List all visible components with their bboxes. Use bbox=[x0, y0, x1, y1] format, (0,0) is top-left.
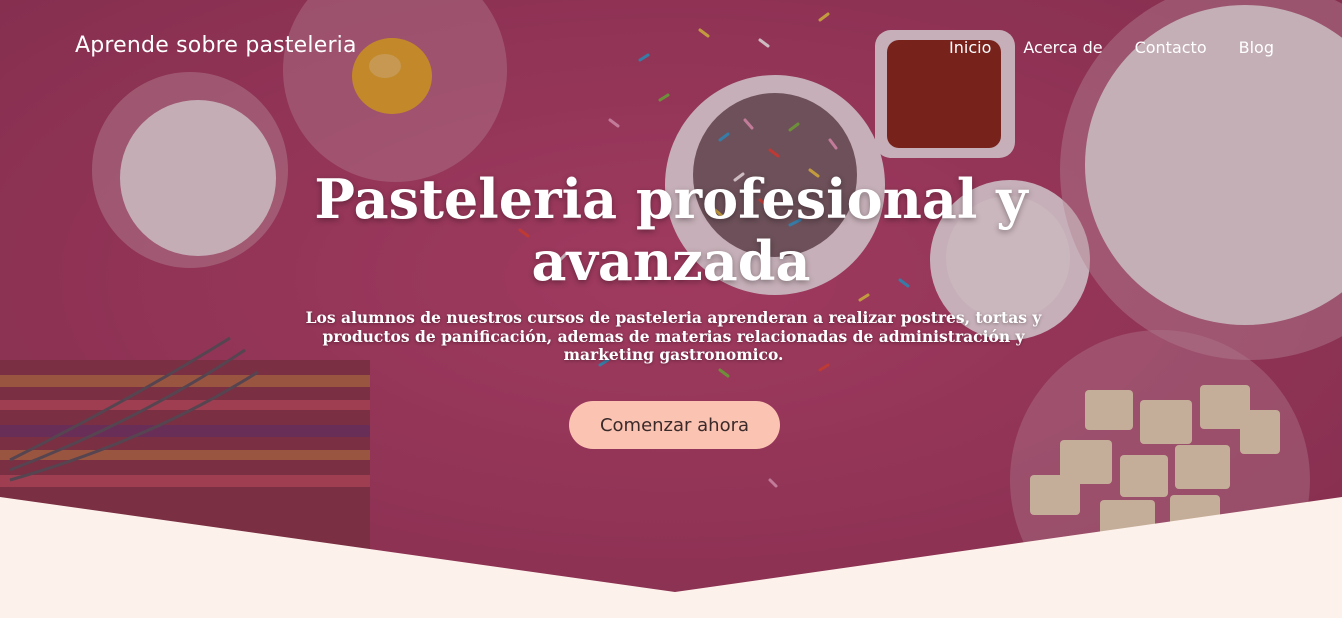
hero-title-line-2: avanzada bbox=[531, 229, 811, 293]
hero-title-line-1: Pasteleria profesional y bbox=[314, 167, 1028, 231]
comenzar-ahora-button[interactable]: Comenzar ahora bbox=[569, 401, 780, 449]
nav-link-acerca-de[interactable]: Acerca de bbox=[1023, 38, 1102, 57]
nav-link-blog[interactable]: Blog bbox=[1239, 38, 1274, 57]
hero-title: Pasteleria profesional y avanzada bbox=[271, 168, 1071, 292]
site-logo[interactable]: Aprende sobre pasteleria bbox=[75, 33, 357, 58]
nav-link-inicio[interactable]: Inicio bbox=[949, 38, 991, 57]
nav-link-contacto[interactable]: Contacto bbox=[1135, 38, 1207, 57]
main-nav: Inicio Acerca de Contacto Blog bbox=[949, 38, 1274, 57]
hero-subtitle: Los alumnos de nuestros cursos de pastel… bbox=[305, 308, 1042, 364]
hero-section: Aprende sobre pasteleria Inicio Acerca d… bbox=[0, 0, 1342, 618]
